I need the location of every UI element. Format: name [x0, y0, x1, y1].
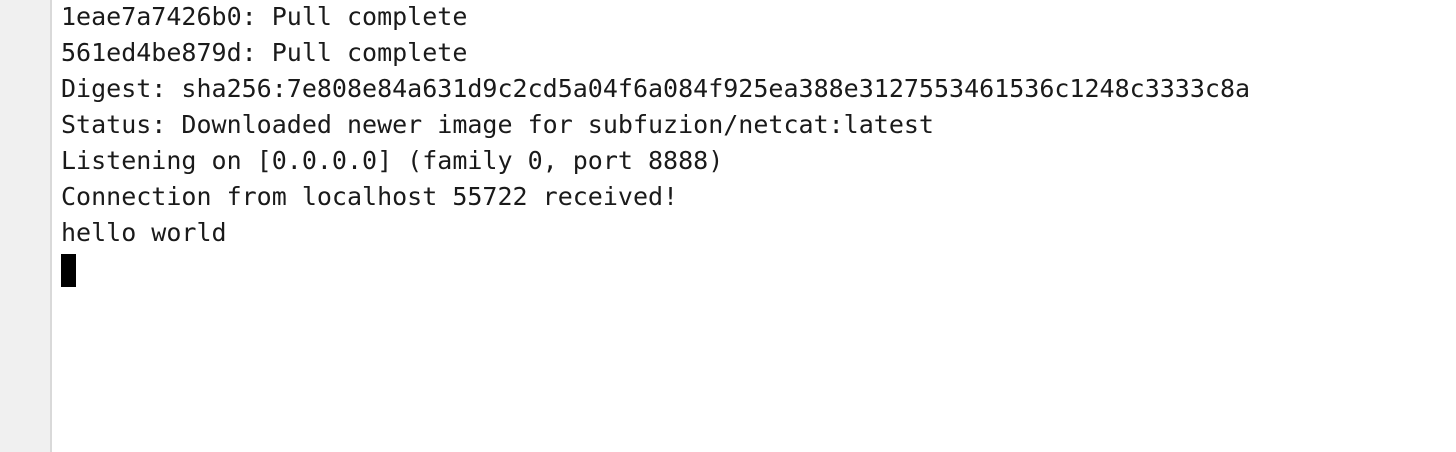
- terminal-output[interactable]: 1eae7a7426b0: Pull complete 561ed4be879d…: [52, 0, 1456, 452]
- terminal-line: Digest: sha256:7e808e84a631d9c2cd5a04f6a…: [61, 74, 1251, 103]
- terminal-input-line[interactable]: [61, 252, 1456, 288]
- terminal-line: 561ed4be879d: Pull complete: [61, 38, 468, 67]
- terminal-line: Connection from localhost 55722 received…: [61, 182, 679, 211]
- terminal-window: 1eae7a7426b0: Pull complete 561ed4be879d…: [0, 0, 1456, 452]
- terminal-line: Status: Downloaded newer image for subfu…: [61, 110, 934, 139]
- terminal-cursor: [61, 254, 76, 287]
- terminal-gutter: [0, 0, 52, 452]
- terminal-line: hello world: [61, 218, 227, 247]
- terminal-line: Listening on [0.0.0.0] (family 0, port 8…: [61, 146, 724, 175]
- terminal-line: 1eae7a7426b0: Pull complete: [61, 2, 468, 31]
